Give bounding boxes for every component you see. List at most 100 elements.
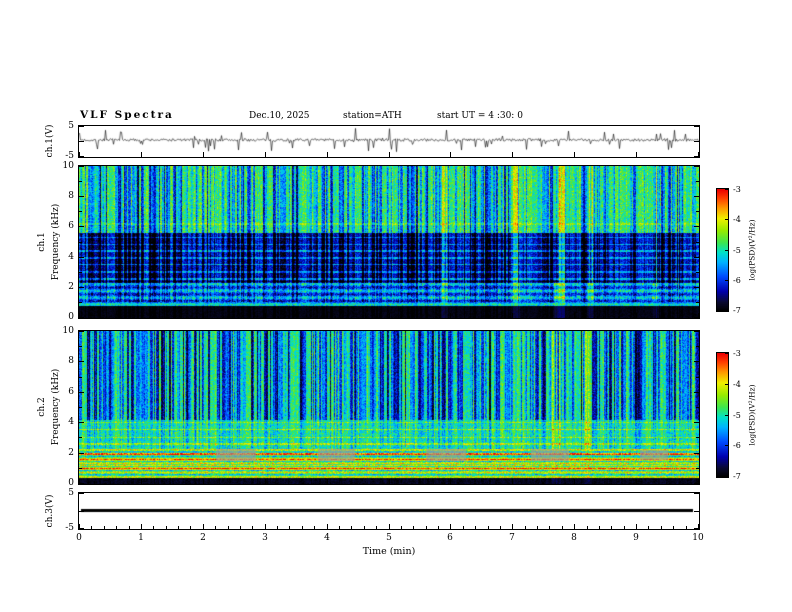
x-minor-tick-mark (228, 526, 229, 529)
y-tick-mark (79, 166, 84, 167)
ch2-spectrogram-canvas (79, 331, 699, 484)
x-tick-mark (327, 479, 328, 484)
colorbar-tick-label: -3 (733, 185, 741, 194)
x-tick-mark (203, 524, 204, 529)
x-tick-mark (574, 313, 575, 318)
y-tick-mark (79, 287, 84, 288)
y-tick-label: 10 (62, 161, 74, 171)
x-minor-tick-mark (611, 526, 612, 529)
y-tick-mark (694, 226, 699, 227)
y-minor-tick-mark (79, 468, 82, 469)
x-tick-mark (698, 479, 699, 484)
x-tick-mark (450, 479, 451, 484)
x-minor-tick-mark (215, 526, 216, 529)
ch2-spectrogram-panel (78, 330, 700, 485)
ch1-voltage-panel (78, 125, 700, 158)
colorbar-tick-label: -7 (733, 306, 741, 315)
y-tick-mark (79, 392, 84, 393)
y-tick-label: 0 (68, 478, 74, 488)
y-minor-tick-mark (696, 272, 699, 273)
ch3-voltage-panel (78, 492, 700, 530)
x-minor-tick-mark (599, 526, 600, 529)
x-minor-tick-mark (116, 526, 117, 529)
x-minor-tick-mark (673, 526, 674, 529)
start-ut-label: start UT = 4 :30: 0 (437, 111, 523, 121)
y-minor-tick-mark (696, 437, 699, 438)
y-minor-tick-mark (79, 437, 82, 438)
y-tick-label: 5 (68, 488, 74, 498)
x-minor-tick-mark (463, 526, 464, 529)
y-tick-mark (79, 141, 84, 142)
x-tick-mark (327, 524, 328, 529)
y-tick-mark (694, 196, 699, 197)
colorbar-tick-label: -6 (733, 441, 741, 450)
y-tick-mark (79, 511, 84, 512)
colorbar-tick-label: -7 (733, 472, 741, 481)
x-tick-mark (79, 479, 80, 484)
x-minor-tick-mark (314, 526, 315, 529)
y-minor-tick-mark (79, 407, 82, 408)
x-minor-tick-mark (661, 526, 662, 529)
x-minor-tick-mark (178, 526, 179, 529)
figure-title: VLF Spectra (80, 109, 174, 121)
date-label: Dec.10, 2025 (249, 111, 310, 121)
x-tick-mark (636, 152, 637, 157)
y-minor-tick-mark (79, 346, 82, 347)
x-tick-mark (141, 524, 142, 529)
x-tick-mark (698, 313, 699, 318)
y-tick-mark (79, 196, 84, 197)
x-minor-tick-mark (129, 526, 130, 529)
x-tick-mark (512, 479, 513, 484)
colorbar-tick-mark (725, 280, 728, 281)
x-tick-label: 7 (509, 533, 515, 543)
y-minor-tick-mark (79, 181, 82, 182)
colorbar-tick-mark (725, 250, 728, 251)
x-tick-mark (389, 524, 390, 529)
x-tick-mark (265, 313, 266, 318)
colorbar-tick-label: -5 (733, 411, 741, 420)
y-tick-mark (694, 422, 699, 423)
x-tick-mark (512, 524, 513, 529)
x-tick-mark (636, 313, 637, 318)
colorbar-tick-label: -3 (733, 349, 741, 358)
y-minor-tick-mark (696, 468, 699, 469)
x-minor-tick-mark (525, 526, 526, 529)
y-minor-tick-mark (696, 211, 699, 212)
x-tick-mark (327, 152, 328, 157)
x-tick-mark (79, 313, 80, 318)
y-tick-mark (79, 226, 84, 227)
colorbar-tick-mark (725, 384, 728, 385)
y-minor-tick-mark (79, 377, 82, 378)
x-minor-tick-mark (475, 526, 476, 529)
y-tick-mark (694, 257, 699, 258)
x-minor-tick-mark (289, 526, 290, 529)
x-minor-tick-mark (302, 526, 303, 529)
x-tick-mark (265, 152, 266, 157)
x-tick-label: 10 (692, 533, 704, 543)
y-tick-label: 5 (68, 121, 74, 131)
y-minor-tick-mark (696, 346, 699, 347)
x-minor-tick-mark (587, 526, 588, 529)
colorbar-1 (716, 188, 729, 312)
x-tick-label: 5 (386, 533, 392, 543)
ch1-spectrogram-canvas (79, 166, 699, 318)
x-minor-tick-mark (426, 526, 427, 529)
y-tick-label: 6 (68, 387, 74, 397)
x-tick-mark (265, 524, 266, 529)
y-tick-label: 4 (68, 252, 74, 262)
colorbar-tick-mark (725, 445, 728, 446)
colorbar-2 (716, 352, 729, 478)
y-tick-label: -5 (65, 523, 74, 533)
x-tick-mark (698, 152, 699, 157)
y-tick-mark (694, 166, 699, 167)
x-tick-mark (203, 313, 204, 318)
x-minor-tick-mark (364, 526, 365, 529)
x-tick-mark (141, 479, 142, 484)
x-tick-mark (203, 152, 204, 157)
y-tick-mark (694, 361, 699, 362)
x-minor-tick-mark (166, 526, 167, 529)
colorbar-tick-mark (725, 219, 728, 220)
x-minor-tick-mark (104, 526, 105, 529)
colorbar-tick-mark (725, 353, 728, 354)
x-minor-tick-mark (252, 526, 253, 529)
